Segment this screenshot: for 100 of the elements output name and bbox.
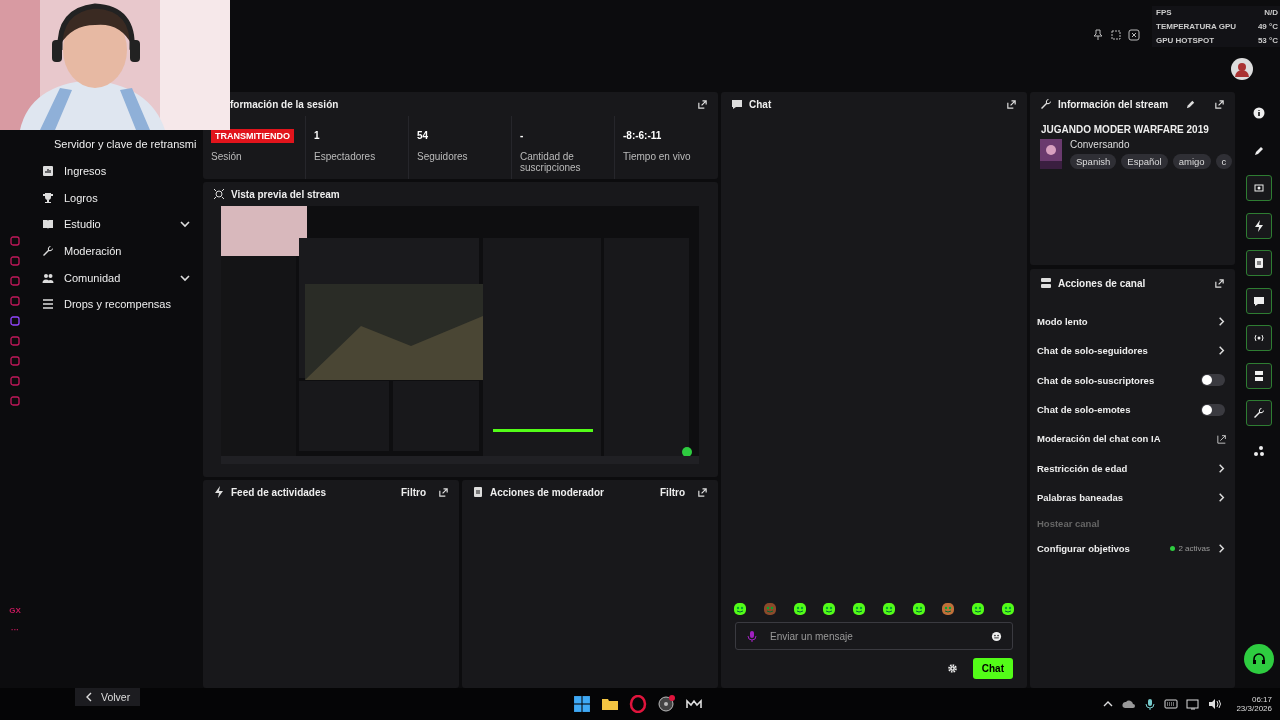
toggle-switch[interactable]: [1201, 374, 1225, 387]
live-badge: TRANSMITIENDO: [211, 129, 294, 143]
browser-icon[interactable]: [629, 695, 648, 713]
metric-label: TEMPERATURA GPU: [1156, 22, 1236, 31]
popout-icon[interactable]: [1214, 98, 1225, 110]
wrench-icon: [1040, 98, 1052, 110]
channel-action[interactable]: Moderación del chat con IA: [1030, 424, 1235, 454]
tag[interactable]: c: [1215, 154, 1233, 169]
channel-action[interactable]: Modo lento: [1030, 307, 1235, 337]
clock-time: 06:17: [1251, 695, 1272, 704]
support-button[interactable]: [1244, 644, 1274, 674]
crop-icon[interactable]: [1110, 29, 1122, 41]
emote-icon[interactable]: [941, 602, 956, 616]
stat-value: 54: [417, 129, 430, 143]
panel-title: Chat: [749, 98, 773, 110]
stat-label: Cantidad de suscripciones: [520, 151, 582, 173]
nav-item[interactable]: Ingresos: [30, 157, 203, 185]
panel-title: Acciones de canal: [1058, 277, 1147, 289]
wrench-icon: [42, 245, 54, 258]
channel-action[interactable]: Configurar objetivos 2 activas: [1030, 534, 1235, 564]
emote-icon[interactable]: [881, 602, 896, 616]
clipboard-icon: [472, 486, 484, 498]
close-icon[interactable]: [1128, 29, 1140, 41]
emote-icon[interactable]: [1000, 602, 1015, 616]
tag[interactable]: Español: [1121, 154, 1168, 169]
toggles-icon: [1040, 277, 1052, 289]
emote-icon[interactable]: [852, 602, 867, 616]
people-icon: [42, 271, 54, 284]
popout-icon[interactable]: [697, 98, 708, 110]
channel-action[interactable]: Chat de solo-emotes: [1030, 394, 1235, 425]
chevron-right-icon: [1216, 543, 1227, 555]
tag[interactable]: amigo: [1172, 154, 1211, 169]
back-button[interactable]: Volver: [75, 688, 141, 706]
edit-icon[interactable]: [1185, 98, 1196, 110]
nav-item[interactable]: Comunidad: [30, 264, 203, 292]
popout-icon[interactable]: [1214, 277, 1225, 289]
nav-item[interactable]: Drops y recompensas: [30, 291, 203, 318]
nav-item[interactable]: Servidor y clave de retransmi: [30, 131, 203, 158]
chat-icon[interactable]: [1246, 287, 1272, 314]
bolt-icon[interactable]: [1246, 212, 1272, 239]
channel-action[interactable]: Restricción de edad: [1030, 453, 1235, 483]
external-link-icon: [1217, 433, 1227, 444]
pin-icon[interactable]: [1092, 29, 1104, 41]
book-icon: [42, 218, 54, 231]
emote-icon[interactable]: [971, 602, 986, 616]
stream-title: JUGANDO MODER WARFARE 2019: [1040, 123, 1210, 137]
panel-title: Acciones de moderador: [490, 486, 605, 498]
cloud-icon[interactable]: [1122, 698, 1137, 710]
chevron-right-icon: [1216, 345, 1227, 357]
nav-item[interactable]: Moderación: [30, 237, 203, 265]
stat-value: -: [520, 129, 525, 143]
emote-icon[interactable]: [792, 602, 807, 616]
settings-icon[interactable]: [946, 663, 958, 674]
message-field[interactable]: Enviar un mensaje: [768, 629, 981, 643]
channel-action[interactable]: Palabras baneadas: [1030, 482, 1235, 513]
layout-icon[interactable]: [1246, 362, 1272, 389]
goal-count: 2 activas: [1178, 544, 1210, 554]
popout-icon[interactable]: [438, 486, 449, 498]
stat-value: 1: [314, 129, 321, 143]
panel-title: Vista previa del stream: [231, 188, 341, 200]
panel-title: Feed de actividades: [231, 486, 328, 498]
screen-icon[interactable]: [1246, 175, 1272, 201]
popout-icon[interactable]: [1006, 98, 1017, 110]
avatar-icon[interactable]: [1231, 58, 1253, 80]
microphone-icon[interactable]: [1144, 698, 1157, 710]
emoji-icon[interactable]: [991, 630, 1002, 642]
channel-action[interactable]: Chat de solo-suscriptores: [1030, 365, 1235, 395]
stat-value: -8:-6:-11: [623, 129, 663, 143]
message-box[interactable]: Enviar un mensaje: [735, 622, 1013, 650]
chevron-right-icon: [1216, 316, 1227, 328]
tag[interactable]: Spanish: [1070, 154, 1117, 169]
monitor-icon[interactable]: [1186, 698, 1201, 710]
filter-button[interactable]: Filtro: [654, 486, 691, 498]
emote-icon[interactable]: [822, 602, 837, 616]
keyboard-icon[interactable]: [1164, 698, 1179, 710]
start-icon[interactable]: [573, 695, 592, 713]
list-icon: [42, 298, 54, 311]
stat-label: Espectadores: [314, 151, 377, 162]
channel-action[interactable]: Chat de solo-seguidores: [1030, 336, 1235, 366]
filter-button[interactable]: Filtro: [395, 486, 432, 498]
emote-icon[interactable]: [911, 602, 926, 616]
clipboard-icon[interactable]: [1246, 250, 1272, 276]
stat-label: Tiempo en vivo: [623, 151, 692, 162]
metric-value: 53 °C: [1257, 36, 1278, 45]
bolt-icon: [213, 486, 225, 498]
broadcast-icon[interactable]: [1246, 325, 1272, 351]
emote-icon[interactable]: [762, 602, 777, 616]
volume-icon[interactable]: [1208, 698, 1223, 710]
panel-title: Información del stream: [1058, 98, 1170, 110]
camera-app-icon[interactable]: [657, 695, 676, 713]
send-button[interactable]: Chat: [972, 658, 1013, 679]
wrench-icon[interactable]: [1246, 400, 1272, 426]
popout-icon[interactable]: [697, 486, 708, 498]
nav-item[interactable]: Estudio: [30, 211, 203, 238]
toggle-switch[interactable]: [1201, 403, 1225, 416]
metric-label: GPU HOTSPOT: [1156, 36, 1215, 45]
category-name: Conversando: [1070, 139, 1131, 150]
emote-icon[interactable]: [733, 602, 747, 616]
nav-item[interactable]: Logros: [30, 184, 203, 212]
metric-label: FPS: [1156, 8, 1172, 17]
